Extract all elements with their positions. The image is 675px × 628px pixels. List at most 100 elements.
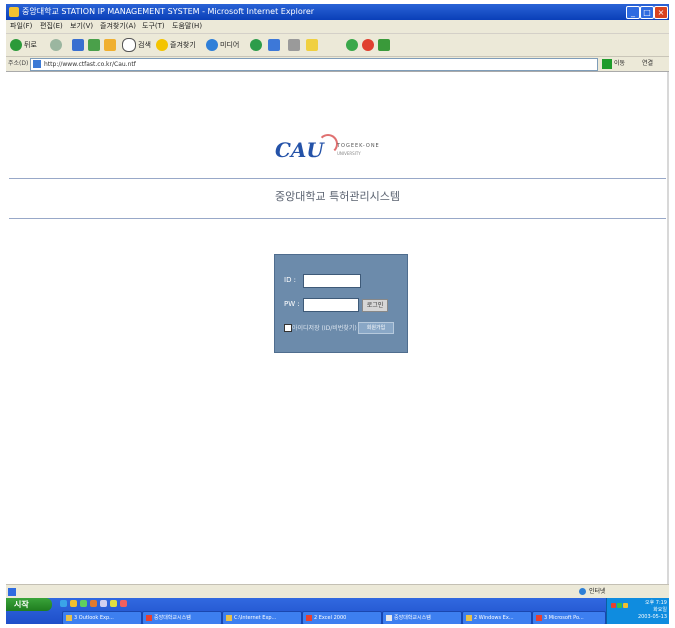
quicklaunch-misc-icon[interactable] bbox=[110, 600, 117, 607]
maximize-button[interactable]: □ bbox=[640, 6, 654, 19]
toolbar-addon2-button[interactable] bbox=[378, 38, 392, 52]
media-button[interactable]: 미디어 bbox=[206, 38, 239, 52]
quicklaunch-desktop-icon[interactable] bbox=[80, 600, 87, 607]
remember-checkbox[interactable] bbox=[284, 324, 292, 332]
mail-button[interactable] bbox=[268, 38, 282, 52]
menu-view[interactable]: 보기(V) bbox=[70, 20, 93, 33]
taskbar-item-system-1[interactable]: 중앙대학교시스템 bbox=[142, 611, 222, 624]
back-button[interactable]: 뒤로 bbox=[10, 38, 37, 52]
toolbar-addon-button[interactable] bbox=[362, 38, 376, 52]
pw-label: PW : bbox=[284, 300, 300, 308]
favorites-button[interactable]: 즐겨찾기 bbox=[156, 38, 196, 52]
logo-arc-icon bbox=[318, 134, 338, 154]
go-button[interactable]: 이동 bbox=[602, 58, 625, 70]
ie-icon bbox=[9, 7, 19, 17]
back-arrow-icon bbox=[10, 39, 22, 51]
address-label: 주소(D) bbox=[8, 60, 29, 67]
menu-favorites[interactable]: 즐겨찾기(A) bbox=[100, 20, 136, 33]
messenger-icon bbox=[346, 39, 358, 51]
password-input[interactable] bbox=[303, 298, 359, 312]
mail-icon bbox=[268, 39, 280, 51]
status-bar: 인터넷 bbox=[6, 584, 669, 598]
go-arrow-icon bbox=[602, 58, 612, 69]
excel-icon bbox=[306, 614, 312, 621]
links-button[interactable]: 연결 bbox=[642, 58, 653, 70]
refresh-icon bbox=[88, 39, 100, 51]
search-icon bbox=[122, 38, 136, 52]
addon2-icon bbox=[378, 39, 390, 51]
print-icon bbox=[288, 39, 300, 51]
tray-network-icon[interactable] bbox=[617, 603, 622, 608]
status-page-icon bbox=[8, 588, 16, 596]
outlook-icon bbox=[66, 614, 72, 621]
search-button[interactable]: 검색 bbox=[122, 38, 151, 52]
tray-antivirus-icon[interactable] bbox=[611, 603, 616, 608]
login-panel: ID : PW : 로그인 아이디저장 (ID/비번찾기) 회원가입 bbox=[274, 254, 408, 353]
system-tray: 오후 7:19 화요일 2003-05-13 bbox=[606, 598, 669, 624]
edit-icon bbox=[306, 39, 318, 51]
logo-tagline-sub: UNIVERSITY bbox=[337, 151, 361, 156]
close-button[interactable]: × bbox=[654, 6, 668, 19]
bottom-divider bbox=[9, 218, 666, 219]
addon-icon bbox=[362, 39, 374, 51]
ie-icon bbox=[146, 614, 152, 621]
window-title: 중앙대학교 STATION IP MANAGEMENT SYSTEM - Mic… bbox=[22, 7, 315, 16]
taskbar: 시작 3 Outlook Exp... 중앙대학교시스템 C:\Internet… bbox=[6, 598, 669, 624]
taskbar-item-powerpoint[interactable]: 3 Microsoft Po... bbox=[532, 611, 606, 624]
quicklaunch-media-icon[interactable] bbox=[90, 600, 97, 607]
taskbar-item-excel[interactable]: 2 Excel 2000 bbox=[302, 611, 382, 624]
page-content: CAU TOGEEK-ONE UNIVERSITY 중앙대학교 특허관리시스템 … bbox=[6, 72, 669, 584]
remember-label: 아이디저장 (ID/비번찾기) bbox=[292, 325, 357, 332]
id-label: ID : bbox=[284, 276, 297, 284]
menu-tools[interactable]: 도구(T) bbox=[142, 20, 165, 33]
join-button[interactable]: 회원가입 bbox=[358, 322, 394, 334]
menu-edit[interactable]: 편집(E) bbox=[40, 20, 63, 33]
taskbar-item-system-2[interactable]: 중앙대학교시스템 bbox=[382, 611, 462, 624]
refresh-button[interactable] bbox=[88, 38, 102, 52]
menu-bar: 파일(F) 편집(E) 보기(V) 즐겨찾기(A) 도구(T) 도움말(H) bbox=[6, 20, 669, 34]
media-icon bbox=[206, 39, 218, 51]
menu-file[interactable]: 파일(F) bbox=[10, 20, 32, 33]
menu-help[interactable]: 도움말(H) bbox=[172, 20, 202, 33]
star-icon bbox=[156, 39, 168, 51]
quicklaunch-explorer-icon[interactable] bbox=[100, 600, 107, 607]
quicklaunch-ie-icon[interactable] bbox=[60, 600, 67, 607]
history-button[interactable] bbox=[250, 38, 264, 52]
id-input[interactable] bbox=[303, 274, 361, 288]
window-icon bbox=[386, 614, 392, 621]
logo-tagline: TOGEEK-ONE bbox=[337, 143, 380, 149]
login-button[interactable]: 로그인 bbox=[362, 299, 388, 312]
home-icon bbox=[104, 39, 116, 51]
powerpoint-icon bbox=[536, 614, 542, 621]
folder-icon bbox=[226, 614, 232, 621]
history-icon bbox=[250, 39, 262, 51]
home-button[interactable] bbox=[104, 38, 118, 52]
forward-arrow-icon bbox=[50, 39, 62, 51]
taskbar-item-windows-explorer[interactable]: 2 Windows Ex... bbox=[462, 611, 532, 624]
top-divider bbox=[9, 178, 666, 179]
edit-button[interactable] bbox=[306, 38, 320, 52]
globe-icon bbox=[579, 588, 586, 595]
quicklaunch-outlook-icon[interactable] bbox=[70, 600, 77, 607]
minimize-button[interactable]: _ bbox=[626, 6, 640, 19]
forward-button[interactable] bbox=[50, 38, 64, 52]
address-input[interactable]: http://www.ctfast.co.kr/Cau.ntf bbox=[30, 58, 598, 71]
tray-volume-icon[interactable] bbox=[623, 603, 628, 608]
tray-icons bbox=[611, 601, 629, 611]
taskbar-item-explorer[interactable]: C:\Internet Exp... bbox=[222, 611, 302, 624]
taskbar-item-outlook[interactable]: 3 Outlook Exp... bbox=[62, 611, 142, 624]
logo-wordmark: CAU bbox=[275, 138, 324, 162]
vertical-scrollbar[interactable] bbox=[667, 72, 669, 584]
address-bar: 주소(D) http://www.ctfast.co.kr/Cau.ntf 이동… bbox=[6, 57, 669, 72]
quicklaunch-messenger-icon[interactable] bbox=[120, 600, 127, 607]
page-icon bbox=[33, 60, 41, 68]
start-button[interactable]: 시작 bbox=[6, 598, 52, 611]
title-bar[interactable]: 중앙대학교 STATION IP MANAGEMENT SYSTEM - Mic… bbox=[6, 4, 669, 20]
folder-icon bbox=[466, 614, 472, 621]
clock[interactable]: 오후 7:19 화요일 2003-05-13 bbox=[638, 600, 667, 621]
print-button[interactable] bbox=[288, 38, 302, 52]
messenger-button[interactable] bbox=[346, 38, 360, 52]
stop-button[interactable] bbox=[72, 38, 86, 52]
stop-icon bbox=[72, 39, 84, 51]
browser-window: 중앙대학교 STATION IP MANAGEMENT SYSTEM - Mic… bbox=[6, 4, 669, 624]
